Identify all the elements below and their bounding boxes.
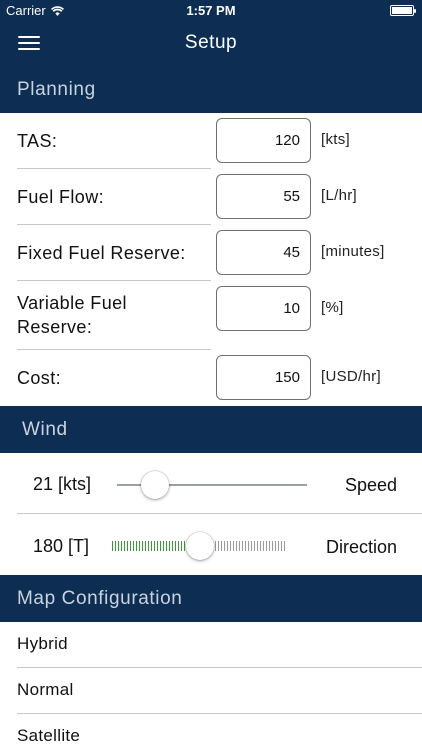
wind-speed-value: 21 [kts] bbox=[33, 474, 92, 494]
fixed-reserve-input[interactable] bbox=[216, 230, 311, 275]
variable-reserve-unit: [%] bbox=[321, 299, 344, 316]
variable-reserve-label: Variable Fuel Reserve: bbox=[17, 293, 127, 337]
map-config-section-header: Map Configuration bbox=[0, 575, 422, 622]
tas-input[interactable] bbox=[216, 118, 311, 163]
wind-speed-label: Speed bbox=[344, 475, 397, 495]
fixed-reserve-label: Fixed Fuel Reserve: bbox=[17, 243, 186, 263]
map-option-label: Hybrid bbox=[17, 634, 68, 653]
nav-bar: Setup bbox=[0, 22, 422, 66]
page-title: Setup bbox=[184, 32, 238, 53]
wind-direction-label: Direction bbox=[325, 537, 397, 557]
planning-section-header: Planning bbox=[0, 66, 422, 113]
planning-row-fixed-reserve: Fixed Fuel Reserve: [minutes] bbox=[0, 225, 422, 281]
map-option-satellite[interactable]: Satellite bbox=[0, 714, 422, 750]
status-time: 1:57 PM bbox=[186, 3, 236, 18]
fixed-reserve-unit: [minutes] bbox=[321, 243, 385, 260]
tas-unit: [kts] bbox=[321, 131, 351, 148]
planning-row-variable-reserve: Variable Fuel Reserve: [%] bbox=[0, 281, 422, 350]
map-option-hybrid[interactable]: Hybrid bbox=[0, 622, 422, 668]
cost-unit: [USD/hr] bbox=[321, 368, 381, 385]
wind-speed-slider-thumb[interactable] bbox=[141, 471, 169, 499]
wind-speed-row: 21 [kts] Speed bbox=[0, 453, 422, 514]
status-bar: Carrier 1:57 PM bbox=[0, 0, 422, 22]
variable-reserve-input[interactable] bbox=[216, 286, 311, 331]
fuel-flow-label: Fuel Flow: bbox=[17, 187, 105, 207]
wind-section-header: Wind bbox=[0, 406, 422, 453]
planning-row-cost: Cost: [USD/hr] bbox=[0, 350, 422, 406]
map-option-normal[interactable]: Normal bbox=[0, 668, 422, 714]
wind-direction-row: 180 [T] Direction bbox=[0, 514, 422, 575]
wind-direction-slider-thumb[interactable] bbox=[185, 532, 214, 560]
map-option-label: Satellite bbox=[17, 726, 81, 745]
fuel-flow-input[interactable] bbox=[216, 174, 311, 219]
cost-input[interactable] bbox=[216, 355, 311, 400]
fuel-flow-unit: [L/hr] bbox=[321, 187, 357, 204]
tas-label: TAS: bbox=[17, 131, 58, 151]
planning-row-tas: TAS: [kts] bbox=[0, 113, 422, 169]
planning-row-fuel-flow: Fuel Flow: [L/hr] bbox=[0, 169, 422, 225]
cost-label: Cost: bbox=[17, 368, 62, 388]
top-bar: Carrier 1:57 PM Setup bbox=[0, 0, 422, 66]
map-option-label: Normal bbox=[17, 680, 74, 699]
wind-direction-value: 180 [T] bbox=[33, 536, 90, 556]
battery-icon bbox=[390, 5, 416, 16]
